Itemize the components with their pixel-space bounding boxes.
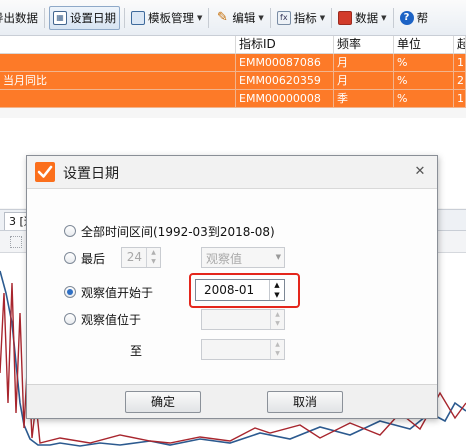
toolbar-separator	[44, 7, 45, 28]
indicator-label: 指标	[293, 10, 317, 25]
cell-id: EMM00087086	[236, 54, 334, 72]
close-icon[interactable]: ✕	[413, 165, 427, 179]
toolbar-separator	[269, 7, 271, 28]
ok-button[interactable]: 确定	[125, 391, 201, 413]
caret-down-icon[interactable]: ▼	[271, 349, 284, 358]
radio-button[interactable]	[64, 252, 76, 264]
stepper-buttons[interactable]: ▲ ▼	[270, 310, 284, 329]
cell-unit: %	[394, 72, 454, 90]
latest-count-stepper[interactable]: 24 ▲ ▼	[121, 247, 161, 268]
cell-start: 1	[454, 90, 466, 108]
dialog-body: 全部时间区间(1992-03到2018-08) 最后 24 ▲ ▼ 观察值 ▼ 观…	[27, 190, 437, 383]
stepper-buttons[interactable]: ▲ ▼	[270, 340, 284, 359]
set-date-button[interactable]: ▦ 设置日期	[49, 5, 120, 30]
cell-id: EMM00620359	[236, 72, 334, 90]
stepper-buttons[interactable]: ▲ ▼	[146, 248, 160, 267]
help-icon: ?	[399, 10, 414, 25]
dialog-footer: 确定 取消	[27, 384, 437, 418]
export-data-button[interactable]: 导出数据	[0, 6, 40, 30]
between-to-input[interactable]: ▲ ▼	[201, 339, 285, 360]
radio-all-range[interactable]: 全部时间区间(1992-03到2018-08)	[64, 222, 275, 240]
cell-name: 当月同比	[0, 72, 236, 90]
toolbar-separator	[208, 7, 210, 28]
radio-latest[interactable]: 最后	[64, 249, 105, 267]
template-manage-button[interactable]: 模板管理 ▼	[129, 6, 204, 30]
toolbar-separator	[331, 7, 333, 28]
help-button[interactable]: ? 帮	[398, 6, 431, 30]
data-button[interactable]: 数据 ▼	[336, 6, 388, 30]
cell-name	[0, 54, 236, 72]
help-label: 帮	[416, 10, 429, 25]
table-row[interactable]: 当月同比 EMM00620359 月 % 2	[0, 72, 466, 90]
radio-start-from[interactable]: 观察值开始于	[64, 283, 153, 301]
radio-all-range-label: 全部时间区间(1992-03到2018-08)	[81, 224, 275, 239]
toolbar-separator	[392, 7, 394, 28]
chevron-down-icon[interactable]: ▼	[276, 253, 281, 261]
table-row[interactable]: EMM00000008 季 % 1	[0, 90, 466, 108]
table-row[interactable]: EMM00087086 月 % 1	[0, 54, 466, 72]
chevron-down-icon: ▼	[319, 13, 326, 22]
cell-freq: 月	[334, 54, 394, 72]
table-header-row: 指标ID 频率 单位 起	[0, 36, 466, 54]
caret-up-icon[interactable]: ▲	[271, 310, 284, 319]
cell-start: 2	[454, 72, 466, 90]
edit-label: 编辑	[232, 10, 256, 25]
caret-up-icon[interactable]: ▲	[271, 340, 284, 349]
template-manage-label: 模板管理	[148, 10, 194, 25]
cell-freq: 月	[334, 72, 394, 90]
cancel-button[interactable]: 取消	[267, 391, 343, 413]
cell-name	[0, 90, 236, 108]
radio-between-label: 观察值位于	[81, 312, 142, 327]
header-cell-name	[0, 36, 236, 54]
radio-between[interactable]: 观察值位于	[64, 310, 141, 328]
calendar-icon: ▦	[53, 10, 67, 25]
dialog-title: 设置日期	[63, 166, 119, 182]
radio-button[interactable]	[64, 225, 76, 237]
chevron-down-icon: ▼	[381, 13, 387, 22]
checkmark-icon	[35, 162, 55, 182]
data-icon	[338, 10, 353, 25]
pencil-icon: ✎	[216, 10, 228, 25]
radio-latest-label: 最后	[81, 251, 106, 266]
formula-icon: fx	[276, 10, 291, 25]
data-label: 数据	[355, 10, 379, 25]
radio-start-from-label: 观察值开始于	[81, 285, 154, 300]
indicator-table: 指标ID 频率 单位 起 EMM00087086 月 % 1 当月同比 EMM0…	[0, 36, 466, 108]
latest-unit-select[interactable]: 观察值 ▼	[201, 247, 285, 268]
latest-unit-value: 观察值	[206, 252, 243, 266]
select-icon[interactable]	[10, 236, 22, 248]
cell-unit: %	[394, 54, 454, 72]
header-cell-start[interactable]: 起	[454, 36, 466, 54]
header-cell-freq[interactable]: 频率	[334, 36, 394, 54]
header-cell-unit[interactable]: 单位	[394, 36, 454, 54]
radio-button-checked[interactable]	[64, 286, 76, 298]
caret-down-icon[interactable]: ▼	[147, 257, 160, 266]
header-cell-id[interactable]: 指标ID	[236, 36, 334, 54]
radio-button[interactable]	[64, 313, 76, 325]
main-toolbar: 导出数据 ▦ 设置日期 模板管理 ▼ ✎ 编辑 ▼ fx 指标 ▼ 数据 ▼ ?…	[0, 0, 466, 36]
template-icon	[131, 10, 145, 25]
cell-unit: %	[394, 90, 454, 108]
cell-freq: 季	[334, 90, 394, 108]
chevron-down-icon: ▼	[197, 13, 203, 22]
edit-button[interactable]: ✎ 编辑 ▼	[213, 6, 265, 30]
toolbar-separator	[124, 7, 125, 28]
to-label: 至	[130, 344, 143, 358]
set-date-label: 设置日期	[70, 10, 116, 25]
chevron-down-icon: ▼	[258, 13, 264, 22]
between-from-input[interactable]: ▲ ▼	[201, 309, 285, 330]
set-date-dialog: 设置日期 ✕ 全部时间区间(1992-03到2018-08) 最后 24 ▲ ▼ …	[26, 155, 438, 419]
indicator-button[interactable]: fx 指标 ▼	[275, 6, 327, 30]
caret-down-icon[interactable]: ▼	[271, 319, 284, 328]
latest-count-value: 24	[126, 250, 142, 264]
cell-id: EMM00000008	[236, 90, 334, 108]
highlight-box	[189, 273, 300, 308]
dialog-title-bar[interactable]: 设置日期 ✕	[27, 156, 437, 189]
caret-up-icon[interactable]: ▲	[147, 248, 160, 257]
export-data-label: 导出数据	[0, 10, 38, 25]
cell-start: 1	[454, 54, 466, 72]
